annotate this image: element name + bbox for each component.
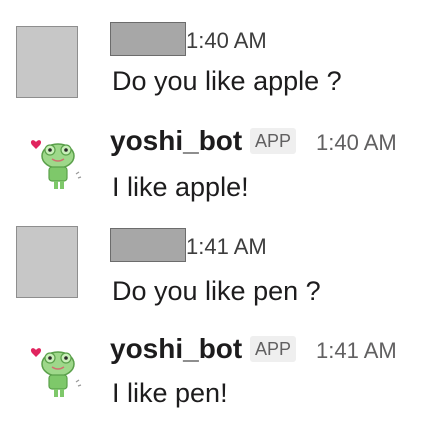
message-timestamp[interactable]: 1:41 AM [316,338,397,364]
message-text: Do you like apple ? [112,66,342,96]
app-badge: APP [250,336,297,362]
redacted-username[interactable] [110,22,186,56]
message-bot-2: yoshi_bot APP 1:41 AM I like pen! [0,320,434,430]
message-user-1: 1:40 AM Do you like apple ? [0,0,434,110]
message-timestamp[interactable]: 1:41 AM [186,234,267,260]
message-timestamp[interactable]: 1:40 AM [316,130,397,156]
user-avatar[interactable] [16,26,78,98]
message-timestamp[interactable]: 1:40 AM [186,28,267,54]
frog-bot-avatar-icon[interactable] [26,338,90,402]
message-text: I like pen! [112,378,228,408]
message-text: Do you like pen ? [112,276,321,306]
bot-display-name[interactable]: yoshi_bot [110,332,242,366]
redacted-username[interactable] [110,228,186,262]
message-text: I like apple! [112,172,249,202]
app-badge: APP [250,128,297,154]
message-bot-1: yoshi_bot APP 1:40 AM I like apple! [0,112,434,212]
frog-bot-avatar-icon[interactable] [26,130,90,194]
user-avatar[interactable] [16,226,78,298]
message-user-2: 1:41 AM Do you like pen ? [0,214,434,314]
bot-display-name[interactable]: yoshi_bot [110,124,242,158]
